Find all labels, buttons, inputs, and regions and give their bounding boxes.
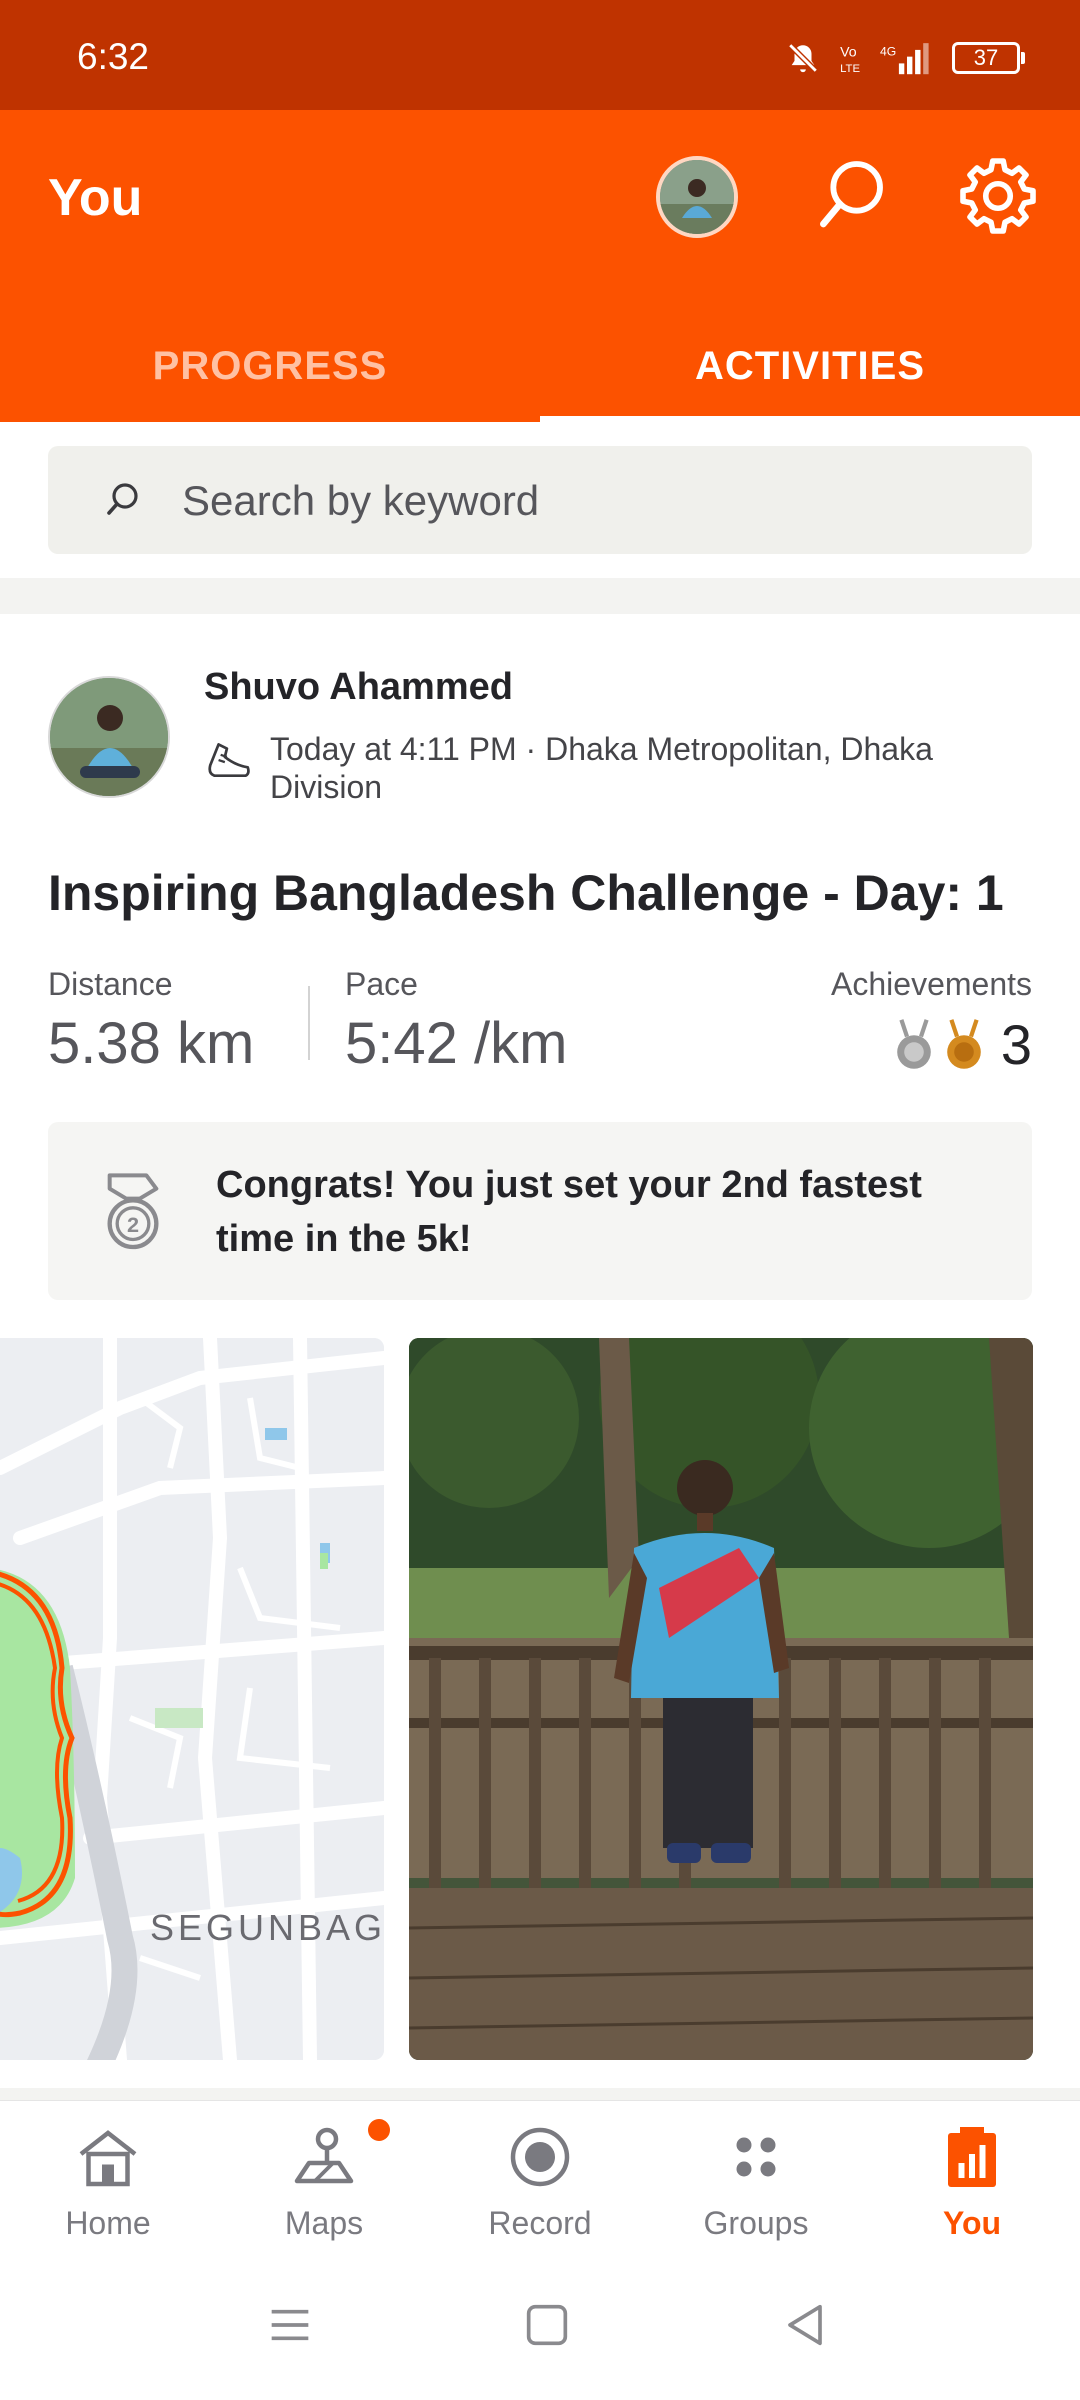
svg-text:Vo: Vo — [840, 45, 857, 61]
svg-text:2: 2 — [127, 1212, 139, 1237]
battery-indicator: 37 — [952, 42, 1025, 74]
silver-medal-icon — [897, 1018, 931, 1069]
map-area-label: SEGUNBAG — [150, 1907, 384, 1948]
achievements-summary[interactable]: 3 — [893, 1012, 1032, 1077]
volte-icon: Vo LTE — [840, 45, 860, 75]
search-field-icon — [107, 483, 138, 515]
profile-avatar[interactable] — [656, 156, 738, 238]
nav-you[interactable]: You — [864, 2101, 1080, 2251]
avatar-photo-icon — [660, 160, 734, 234]
status-bar: 6:32 Vo LTE 4G 37 — [0, 0, 1080, 110]
mute-icon — [788, 43, 818, 73]
search-bar[interactable] — [48, 446, 1032, 556]
nav-groups[interactable]: Groups — [648, 2101, 864, 2251]
you-icon — [948, 2127, 996, 2187]
achievements-count: 3 — [1000, 1013, 1032, 1076]
nav-separator — [0, 2088, 1080, 2100]
distance-label: Distance — [48, 966, 173, 1002]
tab-activities[interactable]: ACTIVITIES — [540, 310, 1080, 422]
route-map-icon: SEGUNBAG — [0, 1338, 384, 2060]
run-shoe-icon — [208, 743, 250, 778]
tab-progress[interactable]: PROGRESS — [0, 310, 540, 422]
svg-text:4G: 4G — [880, 44, 896, 58]
athlete-name[interactable]: Shuvo Ahammed — [204, 666, 513, 709]
second-place-medal-icon: 2 — [107, 1173, 159, 1250]
achievements-label: Achievements — [831, 966, 1032, 1002]
achievement-text: Congrats! You just set your 2nd fastest … — [216, 1164, 922, 1260]
search-icon[interactable] — [810, 154, 890, 234]
bottom-navigation: Home Maps Record Groups You — [0, 2100, 1080, 2251]
athlete-avatar[interactable] — [48, 676, 170, 798]
nav-groups-label: Groups — [703, 2205, 809, 2241]
home-square-icon[interactable] — [522, 2300, 572, 2350]
activity-card[interactable]: Shuvo Ahammed Today at 4:11 PM · Dhaka M… — [0, 614, 1080, 2088]
maps-icon — [294, 2127, 354, 2184]
section-divider — [0, 578, 1080, 614]
activity-photo[interactable] — [409, 1338, 1033, 2060]
app-header: You PROGRESS ACTIVITIES — [0, 110, 1080, 422]
maps-notification-badge — [368, 2119, 390, 2141]
activity-map[interactable]: SEGUNBAG — [0, 1338, 384, 2060]
search-input[interactable] — [180, 446, 984, 556]
system-navigation-bar — [0, 2250, 1080, 2400]
achievement-banner[interactable]: 2 Congrats! You just set your 2nd fastes… — [48, 1122, 1032, 1300]
bronze-medal-icon — [947, 1018, 981, 1069]
settings-gear-icon[interactable] — [956, 154, 1040, 238]
activity-meta: Today at 4:11 PM · Dhaka Metropolitan, D… — [270, 731, 933, 805]
pace-value: 5:42 /km — [345, 1011, 568, 1076]
svg-text:LTE: LTE — [840, 63, 860, 75]
nav-you-label: You — [942, 2205, 1002, 2241]
status-icons: Vo LTE 4G 37 — [786, 38, 1025, 78]
groups-icon — [736, 2137, 776, 2177]
nav-record[interactable]: Record — [432, 2101, 648, 2251]
nav-maps-label: Maps — [284, 2205, 364, 2241]
pace-label: Pace — [345, 966, 418, 1002]
stat-separator — [308, 986, 310, 1060]
athlete-photo-icon — [50, 678, 168, 796]
status-time: 6:32 — [77, 36, 150, 77]
back-triangle-icon[interactable] — [780, 2300, 830, 2350]
nav-home[interactable]: Home — [0, 2101, 216, 2251]
page-title: You — [48, 169, 143, 227]
activity-title[interactable]: Inspiring Bangladesh Challenge - Day: 1 — [48, 864, 1004, 922]
nav-home-label: Home — [65, 2205, 151, 2241]
signal-icon: 4G — [880, 43, 929, 75]
record-icon — [510, 2127, 570, 2187]
nav-record-label: Record — [488, 2205, 592, 2241]
menu-icon[interactable] — [265, 2300, 315, 2350]
nav-maps[interactable]: Maps — [216, 2101, 432, 2251]
distance-value: 5.38 km — [48, 1011, 255, 1076]
runner-photo-icon — [409, 1338, 1033, 2060]
home-icon — [79, 2130, 137, 2187]
